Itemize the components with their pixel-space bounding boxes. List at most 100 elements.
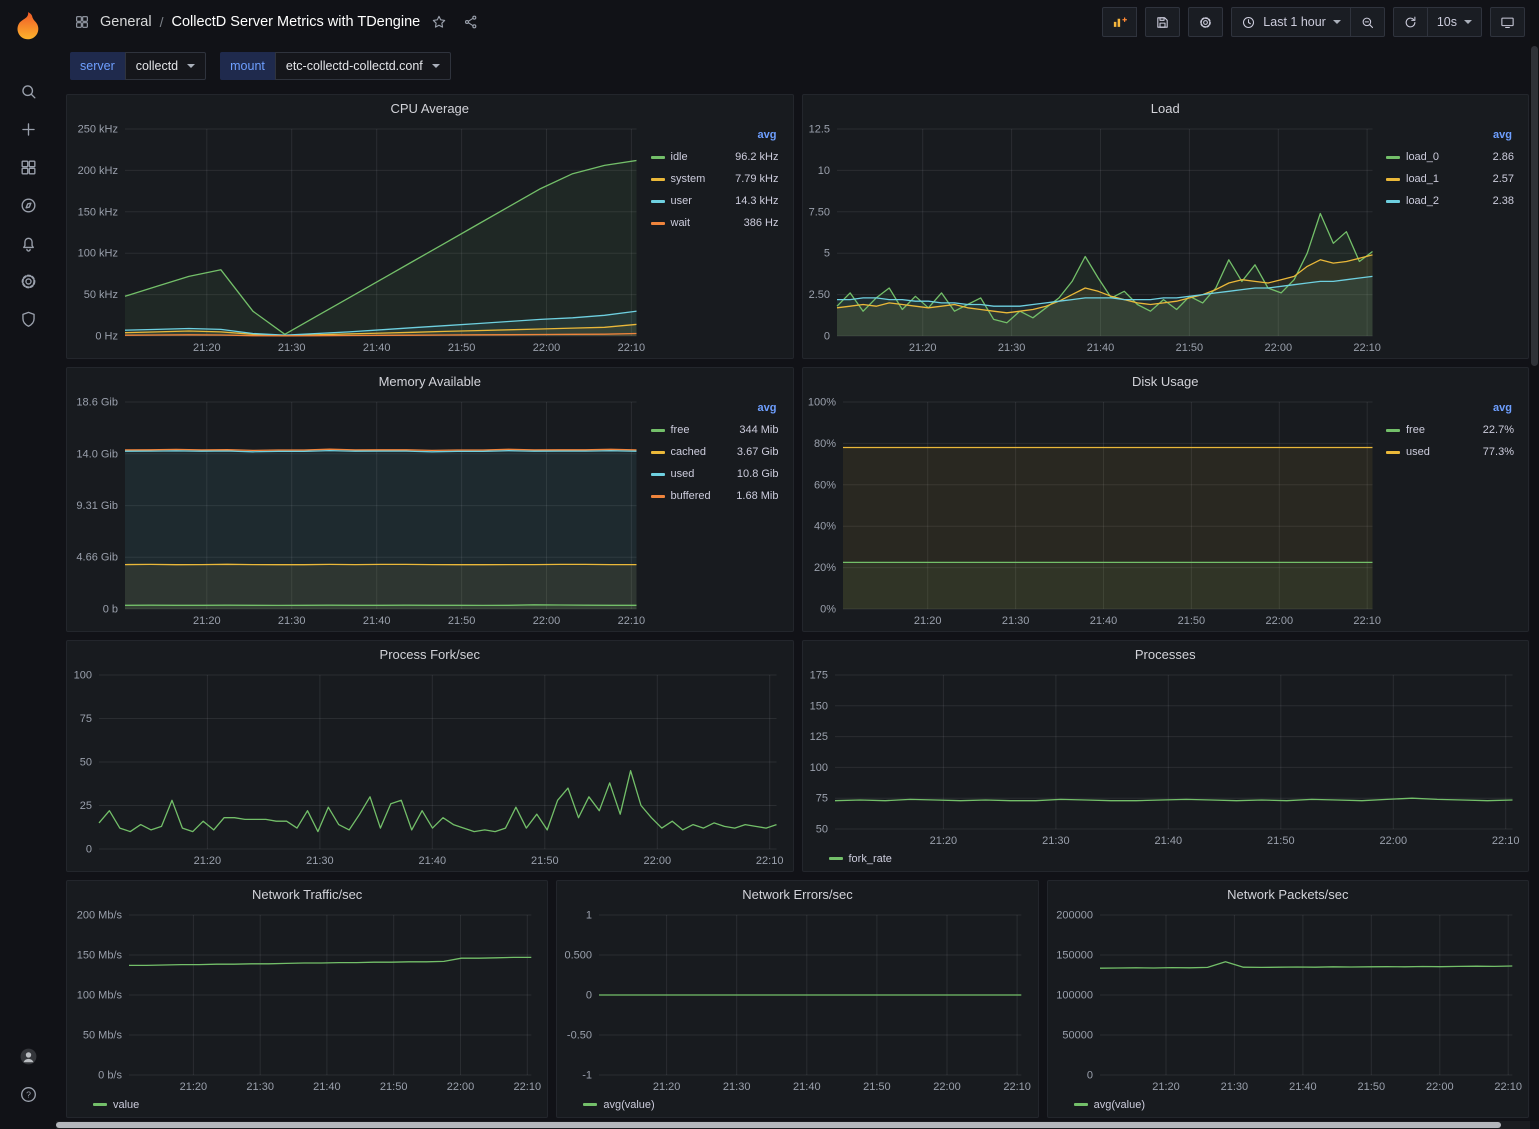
zoom-out-button[interactable] xyxy=(1351,7,1385,37)
legend-item-load-1[interactable]: load_12.57 xyxy=(1386,173,1514,185)
refresh-button[interactable] xyxy=(1393,7,1428,37)
panel-title[interactable]: Network Traffic/sec xyxy=(67,881,547,907)
panel-title[interactable]: Load xyxy=(803,95,1529,121)
legend-item-user[interactable]: user14.3 kHz xyxy=(651,195,779,207)
user-avatar[interactable] xyxy=(7,1037,49,1075)
legend-item-idle[interactable]: idle96.2 kHz xyxy=(651,151,779,163)
svg-text:21:50: 21:50 xyxy=(380,1081,408,1093)
svg-text:80%: 80% xyxy=(813,438,835,450)
variable-value-mount[interactable]: etc-collectd-collectd.conf xyxy=(275,52,451,80)
svg-text:21:20: 21:20 xyxy=(929,835,957,847)
svg-text:25: 25 xyxy=(80,800,92,812)
sidebar-item-alerting[interactable] xyxy=(7,224,49,262)
vertical-scrollbar[interactable] xyxy=(1530,0,1539,1121)
chart-plot[interactable]: 0 b/s50 Mb/s100 Mb/s150 Mb/s200 Mb/s21:2… xyxy=(71,907,541,1095)
legend-item-avg-value[interactable]: avg(value) xyxy=(1074,1099,1145,1111)
star-icon xyxy=(431,14,447,30)
svg-text:175: 175 xyxy=(809,670,827,682)
variable-value-label: collectd xyxy=(136,59,178,73)
panel-title[interactable]: Network Errors/sec xyxy=(557,881,1037,907)
legend-series-name: load_1 xyxy=(1406,173,1439,185)
sidebar-item-search[interactable] xyxy=(7,72,49,110)
breadcrumb-dashboard-title[interactable]: CollectD Server Metrics with TDengine xyxy=(171,14,420,30)
vertical-scrollbar-thumb[interactable] xyxy=(1531,46,1538,366)
chart-plot[interactable]: 025507510021:2021:3021:4021:5022:0022:10 xyxy=(71,667,787,869)
chart-plot-area: 0 Hz50 kHz100 kHz150 kHz200 kHz250 kHz21… xyxy=(71,121,647,356)
legend-item-wait[interactable]: wait386 Hz xyxy=(651,217,779,229)
svg-text:60%: 60% xyxy=(813,479,835,491)
svg-text:22:10: 22:10 xyxy=(1494,1081,1522,1093)
panel-title[interactable]: Processes xyxy=(803,641,1529,667)
svg-text:20%: 20% xyxy=(813,562,835,574)
svg-text:21:30: 21:30 xyxy=(723,1081,751,1093)
chart-plot[interactable]: 02.5057.501012.521:2021:3021:4021:5022:0… xyxy=(807,121,1383,356)
svg-text:21:20: 21:20 xyxy=(180,1081,208,1093)
sidebar-item-admin[interactable] xyxy=(7,300,49,338)
topbar: General / CollectD Server Metrics with T… xyxy=(56,0,1539,44)
sidebar-item-help[interactable]: ? xyxy=(7,1075,49,1113)
svg-text:22:00: 22:00 xyxy=(447,1081,475,1093)
add-panel-button[interactable] xyxy=(1102,7,1137,37)
chart-plot-area: 0%20%40%60%80%100%21:2021:3021:4021:5022… xyxy=(807,394,1383,629)
panel-title[interactable]: Disk Usage xyxy=(803,368,1529,394)
panel-title[interactable]: CPU Average xyxy=(67,95,793,121)
sidebar-item-create[interactable] xyxy=(7,110,49,148)
search-icon xyxy=(19,82,38,101)
legend-item-load-2[interactable]: load_22.38 xyxy=(1386,195,1514,207)
panel-legend: avg(value) xyxy=(557,1097,1037,1117)
panel-title[interactable]: Process Fork/sec xyxy=(67,641,793,667)
horizontal-scrollbar[interactable] xyxy=(56,1121,1530,1129)
series-color-dash xyxy=(1074,1103,1088,1106)
share-button[interactable] xyxy=(458,9,484,35)
caret-down-icon xyxy=(432,64,440,68)
variable-value-server[interactable]: collectd xyxy=(125,52,206,80)
chart-plot[interactable]: 0%20%40%60%80%100%21:2021:3021:4021:5022… xyxy=(807,394,1383,629)
legend-item-system[interactable]: system7.79 kHz xyxy=(651,173,779,185)
breadcrumb-separator: / xyxy=(158,14,166,30)
legend-item-free[interactable]: free344 Mib xyxy=(651,424,779,436)
svg-text:250 kHz: 250 kHz xyxy=(78,124,118,136)
sidebar-item-explore[interactable] xyxy=(7,186,49,224)
panel-title[interactable]: Network Packets/sec xyxy=(1048,881,1528,907)
svg-text:9.31 Gib: 9.31 Gib xyxy=(76,500,118,512)
time-range-picker[interactable]: Last 1 hour xyxy=(1231,7,1351,37)
refresh-interval-picker[interactable]: 10s xyxy=(1428,7,1482,37)
legend-item-load-0[interactable]: load_02.86 xyxy=(1386,151,1514,163)
svg-text:100: 100 xyxy=(809,762,827,774)
chart-plot[interactable]: 507510012515017521:2021:3021:4021:5022:0… xyxy=(807,667,1523,849)
svg-text:21:40: 21:40 xyxy=(313,1081,341,1093)
chart-plot[interactable]: 0 b4.66 Gib9.31 Gib14.0 Gib18.6 Gib21:20… xyxy=(71,394,647,629)
legend-item-buffered[interactable]: buffered1.68 Mib xyxy=(651,490,779,502)
legend-item-avg-value[interactable]: avg(value) xyxy=(583,1099,654,1111)
svg-text:21:40: 21:40 xyxy=(419,855,447,867)
legend-item-free[interactable]: free22.7% xyxy=(1386,424,1514,436)
variable-server: server collectd xyxy=(70,52,206,80)
series-color-dash xyxy=(829,857,843,860)
sidebar-item-dashboards[interactable] xyxy=(7,148,49,186)
grafana-logo[interactable] xyxy=(12,10,44,42)
cycle-view-button[interactable] xyxy=(1490,7,1525,37)
legend-item-used[interactable]: used10.8 Gib xyxy=(651,468,779,480)
legend-item-value[interactable]: value xyxy=(93,1099,139,1111)
breadcrumb-section[interactable]: General xyxy=(100,14,152,30)
svg-text:1: 1 xyxy=(586,910,592,922)
star-button[interactable] xyxy=(426,9,452,35)
save-dashboard-button[interactable] xyxy=(1145,7,1180,37)
horizontal-scrollbar-thumb[interactable] xyxy=(56,1122,1501,1128)
svg-text:21:40: 21:40 xyxy=(363,615,391,627)
legend-item-cached[interactable]: cached3.67 Gib xyxy=(651,446,779,458)
chart-plot[interactable]: 05000010000015000020000021:2021:3021:402… xyxy=(1052,907,1522,1095)
chart-plot[interactable]: 0 Hz50 kHz100 kHz150 kHz200 kHz250 kHz21… xyxy=(71,121,647,356)
svg-text:12.5: 12.5 xyxy=(808,124,829,136)
legend-item-used[interactable]: used77.3% xyxy=(1386,446,1514,458)
dashboard-settings-button[interactable] xyxy=(1188,7,1223,37)
sidebar-item-configuration[interactable] xyxy=(7,262,49,300)
refresh-interval-label: 10s xyxy=(1437,15,1457,29)
legend-series-name: used xyxy=(671,468,695,480)
panel-title[interactable]: Memory Available xyxy=(67,368,793,394)
legend-item-fork-rate[interactable]: fork_rate xyxy=(829,853,892,865)
panel-network-packets-sec: Network Packets/sec050000100000150000200… xyxy=(1047,880,1529,1118)
dashboards-icon xyxy=(19,158,38,177)
chart-plot[interactable]: -1-0.5000.500121:2021:3021:4021:5022:002… xyxy=(561,907,1031,1095)
svg-text:21:50: 21:50 xyxy=(1357,1081,1385,1093)
